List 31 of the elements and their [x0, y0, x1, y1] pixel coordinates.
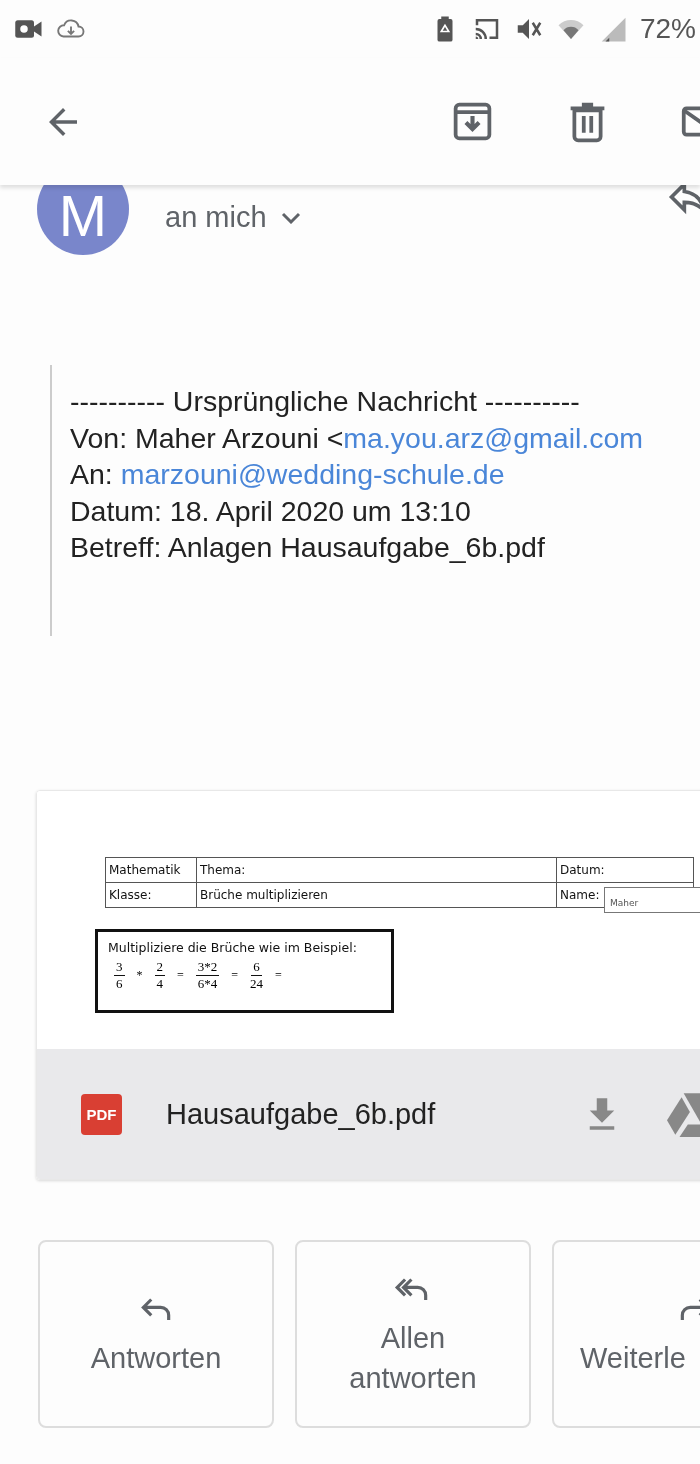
fraction: 3*2 6*4 [195, 959, 220, 992]
exercise-instruction: Multipliziere die Brüche wie im Beispiel: [108, 940, 358, 955]
name-entry-field: Maher [604, 887, 700, 913]
quoted-header-line: Von: Maher Arzouni <ma.you.arz@gmail.com [70, 420, 645, 456]
fraction: 3 6 [114, 959, 125, 992]
quoted-header-line: An: marzouni@wedding-schule.de [70, 457, 506, 492]
table-cell: Mathematik [105, 857, 197, 883]
battery-percentage: 72% [639, 13, 696, 45]
chevron-down-icon [280, 211, 301, 224]
table-cell: Brüche multiplizieren [196, 882, 557, 908]
quoted-header-line: Datum: 18. April 2020 um 13:10 [70, 493, 472, 529]
quoted-header-line: ---------- Ursprüngliche Nachricht ---------- [70, 384, 581, 419]
file-name: Hausaufgabe_6b.pdf [166, 1097, 437, 1131]
action-button[interactable]: Allen antworten [295, 1240, 531, 1428]
operator-sign: = [231, 968, 239, 983]
pdf-file-icon: PDF [81, 1093, 122, 1135]
recipient-toggle[interactable]: an mich [165, 201, 301, 234]
operator-sign: * [136, 968, 143, 983]
table-cell: Thema: [196, 857, 557, 883]
action-button[interactable]: Weiterle [552, 1240, 700, 1428]
fraction: 2 4 [154, 959, 165, 992]
sender-avatar: M [37, 185, 129, 255]
fraction: 6 24 [250, 959, 264, 992]
email-link[interactable]: marzouni@wedding-schule.de [120, 458, 505, 490]
operator-sign: = [275, 968, 282, 983]
table-cell: Datum: [556, 857, 694, 883]
quoted-header-line: Betreff: Anlagen Hausaufgabe_6b.pdf [70, 530, 546, 565]
table-cell: Klasse: [105, 882, 197, 908]
action-button[interactable]: Antworten [38, 1240, 274, 1428]
operator-sign: = [177, 968, 184, 983]
email-link[interactable]: ma.you.arz@gmail.com [343, 421, 644, 454]
